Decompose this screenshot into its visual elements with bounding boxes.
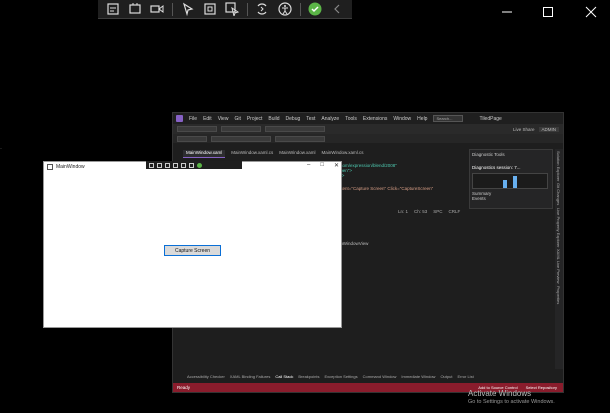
right-tool-rail: Solution Explorer Git Changes Live Prope… (555, 149, 563, 369)
menu-test[interactable]: Test (306, 116, 315, 122)
close-button[interactable] (578, 2, 604, 22)
toolbar-separator (246, 2, 248, 16)
minimize-button[interactable] (494, 2, 520, 22)
document-tabs: MainWindow.xaml MainWindow.xaml.cs MainW… (183, 150, 364, 158)
check-icon[interactable] (305, 1, 324, 18)
menu-build[interactable]: Build (268, 116, 279, 122)
menu-help[interactable]: Help (417, 116, 427, 122)
menu-git[interactable]: Git (234, 116, 240, 122)
in-app-tree-icon[interactable] (149, 162, 154, 168)
thread-dropdown[interactable] (275, 135, 325, 142)
code-line: Content="Capture Screen" Click="CaptureS… (333, 186, 434, 191)
rail-xaml-live-preview[interactable]: XAML Live Preview (556, 249, 561, 284)
capture-screen-button[interactable]: Capture Screen (164, 245, 221, 256)
diagnostic-tools-title: Diagnostic Tools (472, 152, 505, 157)
tab-xaml-binding-failures[interactable]: XAML Binding Failures (230, 374, 271, 381)
track-focus-icon[interactable] (223, 1, 242, 18)
activate-windows-title: Activate Windows (468, 389, 532, 398)
platform-dropdown[interactable] (221, 126, 261, 132)
events-label: Events (472, 196, 486, 201)
vs-title-bar: File Edit View Git Project Build Debug T… (173, 113, 563, 124)
menu-analyze[interactable]: Analyze (321, 116, 339, 122)
toolbar-separator (172, 2, 173, 16)
line-number: Ln: 1 (398, 209, 409, 214)
menu-project[interactable]: Project (247, 116, 263, 122)
memory-graph (472, 173, 548, 189)
tab-mainwindow-xaml-2[interactable]: MainWindow.xaml (279, 150, 315, 158)
tab-mainwindow-xaml-cs-2[interactable]: MainWindow.xaml.cs (322, 150, 364, 158)
whitespace-mode: SPC (433, 209, 443, 214)
xaml-debug-toolbar (98, 0, 352, 19)
tab-breakpoints[interactable]: Breakpoints (298, 374, 319, 381)
tab-accessibility-checker[interactable]: Accessibility Checker (187, 374, 225, 381)
char-number: Ch: 53 (414, 209, 428, 214)
tab-exception-settings[interactable]: Exception Settings (324, 374, 357, 381)
select-element-icon[interactable] (125, 1, 144, 18)
editor-status: Ln: 1 Ch: 53 SPC CRLF (398, 209, 460, 214)
rail-solution-explorer[interactable]: Solution Explorer (556, 151, 561, 181)
bottom-tool-tabs: Accessibility Checker XAML Binding Failu… (187, 374, 474, 381)
vs-debug-toolbar (173, 134, 563, 143)
in-app-adorner-icon[interactable] (165, 162, 170, 168)
in-app-check-icon[interactable] (197, 162, 202, 168)
in-app-select-icon[interactable] (157, 162, 162, 168)
startup-dropdown[interactable] (265, 126, 325, 132)
diagnostic-session: Diagnostics session: 7... (472, 165, 521, 170)
solution-name: TiledPage (479, 115, 502, 122)
select-in-app-icon[interactable] (178, 1, 197, 18)
app-maximize-button[interactable]: □ (320, 162, 324, 169)
configuration-dropdown[interactable] (177, 126, 217, 132)
tab-call-stack[interactable]: Call Stack (275, 374, 293, 381)
in-app-hot-reload-icon[interactable] (181, 162, 186, 168)
toolbar-separator (299, 2, 301, 16)
graph-bar (503, 180, 507, 188)
in-app-accessibility-icon[interactable] (189, 162, 194, 168)
menu-view[interactable]: View (218, 116, 229, 122)
lifecycle-dropdown[interactable] (211, 135, 271, 142)
live-share-button[interactable]: Live Share (513, 127, 535, 132)
tab-output[interactable]: Output (440, 374, 452, 381)
admin-badge: ADMIN (538, 126, 559, 132)
line-ending: CRLF (448, 209, 461, 214)
code-editor[interactable]: ...x.com/expression/blend/2008" ...Open"… (333, 163, 463, 191)
menu-tools[interactable]: Tools (345, 116, 357, 122)
menu-extensions[interactable]: Extensions (363, 116, 387, 122)
in-app-focus-icon[interactable] (173, 162, 178, 168)
rail-properties[interactable]: Properties (556, 286, 561, 304)
app-close-button[interactable]: ✕ (334, 162, 339, 169)
menu-window[interactable]: Window (393, 116, 411, 122)
app-window-icon (47, 164, 53, 170)
process-dropdown[interactable] (177, 135, 207, 142)
diagnostic-tools-panel: Diagnostic Tools Diagnostics session: 7.… (469, 149, 553, 209)
live-visual-tree-icon[interactable] (103, 1, 122, 18)
activate-windows-subtitle: Go to Settings to activate Windows. (468, 399, 555, 405)
tab-error-list[interactable]: Error List (457, 374, 473, 381)
left-edge-mark: · (0, 146, 2, 152)
collapse-icon[interactable] (328, 1, 347, 18)
visual-studio-logo-icon (176, 115, 183, 122)
tab-command-window[interactable]: Command Window (363, 374, 397, 381)
menu-debug[interactable]: Debug (286, 116, 301, 122)
accessibility-icon[interactable] (275, 1, 294, 18)
display-layout-adorners-icon[interactable] (200, 1, 219, 18)
hot-reload-icon[interactable] (253, 1, 272, 18)
graph-bar (513, 176, 517, 188)
tab-mainwindow-xaml-cs[interactable]: MainWindow.xaml.cs (231, 150, 273, 158)
vs-standard-toolbar: Live Share ADMIN (173, 124, 563, 134)
app-title: MainWindow (56, 164, 85, 170)
rail-live-property-explorer[interactable]: Live Property Explorer (556, 208, 561, 248)
status-ready: Ready (177, 385, 191, 390)
tab-mainwindow-xaml[interactable]: MainWindow.xaml (183, 150, 226, 158)
rail-git-changes[interactable]: Git Changes (556, 183, 561, 205)
maximize-button[interactable] (535, 2, 561, 22)
menu-file[interactable]: File (189, 116, 197, 122)
tab-immediate-window[interactable]: Immediate Window (401, 374, 435, 381)
app-caption-buttons: – □ ✕ (307, 162, 339, 169)
video-icon[interactable] (148, 1, 167, 18)
in-app-debug-toolbar (146, 161, 242, 169)
vs-search-input[interactable]: Search... (433, 115, 464, 122)
menu-edit[interactable]: Edit (203, 116, 212, 122)
app-minimize-button[interactable]: – (307, 162, 310, 169)
code-line: ...ne> (333, 173, 463, 178)
